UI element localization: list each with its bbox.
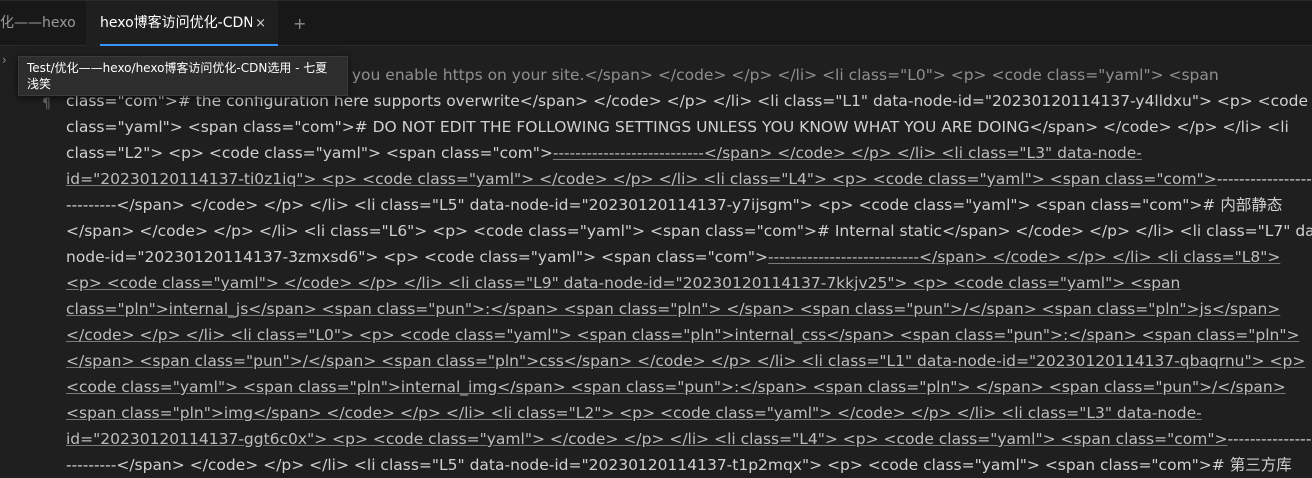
content-line: id="20230120114137-ggt6c0x"> <p> <code c…	[66, 426, 1312, 452]
content-segment: class="yaml"> <span class="com"># DO NOT…	[66, 118, 1289, 136]
editor-content[interactable]: the https protocol of CDN files when you…	[66, 62, 1312, 478]
content-segment: ---------------------------</span> </cod…	[768, 248, 1281, 266]
new-tab-button[interactable]: +	[293, 1, 306, 46]
content-line: </span> </code> </p> </li> <li class="L6…	[66, 218, 1312, 244]
content-segment: class="pln">internal_js</span> <span cla…	[66, 300, 1281, 318]
content-line: ---------</span> </code> </p> </li> <li …	[66, 192, 1282, 218]
content-segment: </code> </p> </li> <li class="L0"> <p> <…	[66, 326, 1300, 344]
chevron-right-icon[interactable]: ›	[2, 53, 7, 67]
content-segment: node-id="20230120114137-3zmxsd6"> <p> <c…	[66, 248, 768, 266]
content-segment: <code class="yaml"> <span class="pln">in…	[66, 378, 1286, 396]
tab-active[interactable]: hexo博客访问优化-CDN选用 ×	[86, 1, 278, 46]
content-segment: class="L2"> <p> <code class="yaml"> <spa…	[66, 144, 553, 162]
content-segment: </span> </code> </p> </li> <li class="L6…	[66, 222, 1312, 240]
content-segment: <span class="pln">img</span> </code> </p…	[66, 404, 1202, 422]
content-segment: ---------</span> </code> </p> </li> <li …	[66, 196, 1283, 214]
tooltip-text: Test/优化——hexo/hexo博客访问优化-CDN选用 - 七夏浅笑	[27, 61, 328, 91]
content-line: </code> </p> </li> <li class="L0"> <p> <…	[66, 322, 1299, 348]
close-icon[interactable]: ×	[255, 1, 266, 46]
content-line: <span class="pln">img</span> </code> </p…	[66, 400, 1266, 426]
content-segment: ---------</span> </code> </p> </li> <li …	[66, 456, 1292, 474]
content-line: ---------</span> </code> </p> </li> <li …	[66, 452, 1292, 478]
content-segment: ------------------	[1216, 170, 1312, 188]
tab-previous[interactable]: 化——hexo	[0, 1, 78, 46]
tab-bar: 化——hexo hexo博客访问优化-CDN选用 × +	[0, 0, 1312, 46]
content-line: <code class="yaml"> <span class="pln">in…	[66, 374, 1286, 400]
content-segment: ---------------------------</span> </cod…	[552, 144, 1142, 162]
content-line: <p> <code class="yaml"> </code> </p> </l…	[66, 270, 1266, 296]
content-line: </span> <span class="pun">/</span> <span…	[66, 348, 1305, 374]
content-segment: <p> <code class="yaml"> </code> </p> </l…	[66, 274, 1181, 292]
content-segment: ------------------	[1227, 430, 1312, 448]
content-line: class="yaml"> <span class="com"># DO NOT…	[66, 114, 1289, 140]
paragraph-icon: ¶	[42, 96, 51, 112]
content-line: node-id="20230120114137-3zmxsd6"> <p> <c…	[66, 244, 1280, 270]
content-line: class="L2"> <p> <code class="yaml"> <spa…	[66, 140, 1266, 166]
content-segment: id="20230120114137-ti0z1iq"> <p> <code c…	[66, 170, 1217, 188]
content-line: class="pln">internal_js</span> <span cla…	[66, 296, 1280, 322]
tab-label: hexo博客访问优化-CDN选用	[100, 15, 252, 31]
tooltip: Test/优化——hexo/hexo博客访问优化-CDN选用 - 七夏浅笑	[18, 56, 348, 96]
content-segment: </span> <span class="pun">/</span> <span…	[66, 352, 1306, 370]
tab-label: 化——hexo	[0, 15, 76, 31]
content-line: id="20230120114137-ti0z1iq"> <p> <code c…	[66, 166, 1312, 192]
content-segment: id="20230120114137-ggt6c0x"> <p> <code c…	[66, 430, 1228, 448]
